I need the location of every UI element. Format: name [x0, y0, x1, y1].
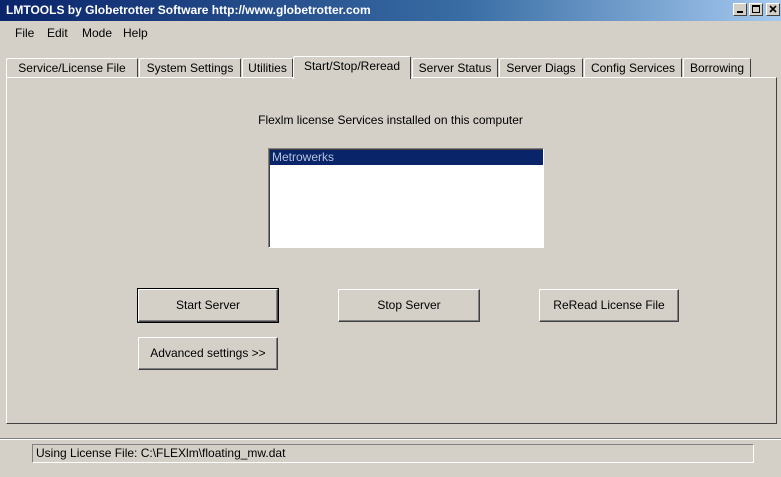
tab-server-status[interactable]: Server Status	[412, 58, 498, 78]
start-server-button[interactable]: Start Server	[137, 288, 279, 323]
tab-config-services[interactable]: Config Services	[584, 58, 682, 78]
status-bar: Using License File: C:\FLEXlm\floating_m…	[32, 444, 754, 463]
title-bar[interactable]: LMTOOLS by Globetrotter Software http://…	[0, 0, 781, 21]
minimize-button[interactable]	[733, 3, 747, 16]
services-listbox[interactable]: Metrowerks	[268, 148, 544, 248]
status-divider	[0, 438, 781, 440]
list-item-metrowerks[interactable]: Metrowerks	[270, 150, 543, 165]
stop-server-button[interactable]: Stop Server	[338, 289, 480, 322]
reread-license-file-button[interactable]: ReRead License File	[539, 289, 679, 322]
menu-bar: File Edit Mode Help	[0, 23, 781, 43]
maximize-icon	[752, 5, 760, 13]
menu-edit[interactable]: Edit	[47, 26, 68, 40]
tab-borrowing[interactable]: Borrowing	[683, 58, 751, 78]
minimize-icon	[737, 11, 743, 13]
tab-start-stop-reread[interactable]: Start/Stop/Reread	[293, 56, 411, 79]
window-title: LMTOOLS by Globetrotter Software http://…	[6, 3, 371, 17]
services-heading: Flexlm license Services installed on thi…	[258, 113, 523, 127]
menu-mode[interactable]: Mode	[82, 26, 112, 40]
tab-system-settings[interactable]: System Settings	[139, 58, 241, 78]
close-icon	[769, 5, 777, 13]
menu-help[interactable]: Help	[123, 26, 148, 40]
tab-strip: Service/License File System Settings Uti…	[0, 56, 781, 79]
tab-utilities[interactable]: Utilities	[242, 58, 293, 78]
close-button[interactable]	[766, 3, 780, 16]
tab-server-diags[interactable]: Server Diags	[499, 58, 583, 78]
tab-service-license-file[interactable]: Service/License File	[6, 58, 138, 78]
advanced-settings-button[interactable]: Advanced settings >>	[138, 337, 278, 370]
menu-file[interactable]: File	[15, 26, 34, 40]
maximize-button[interactable]	[749, 3, 763, 16]
tab-panel	[6, 77, 777, 424]
